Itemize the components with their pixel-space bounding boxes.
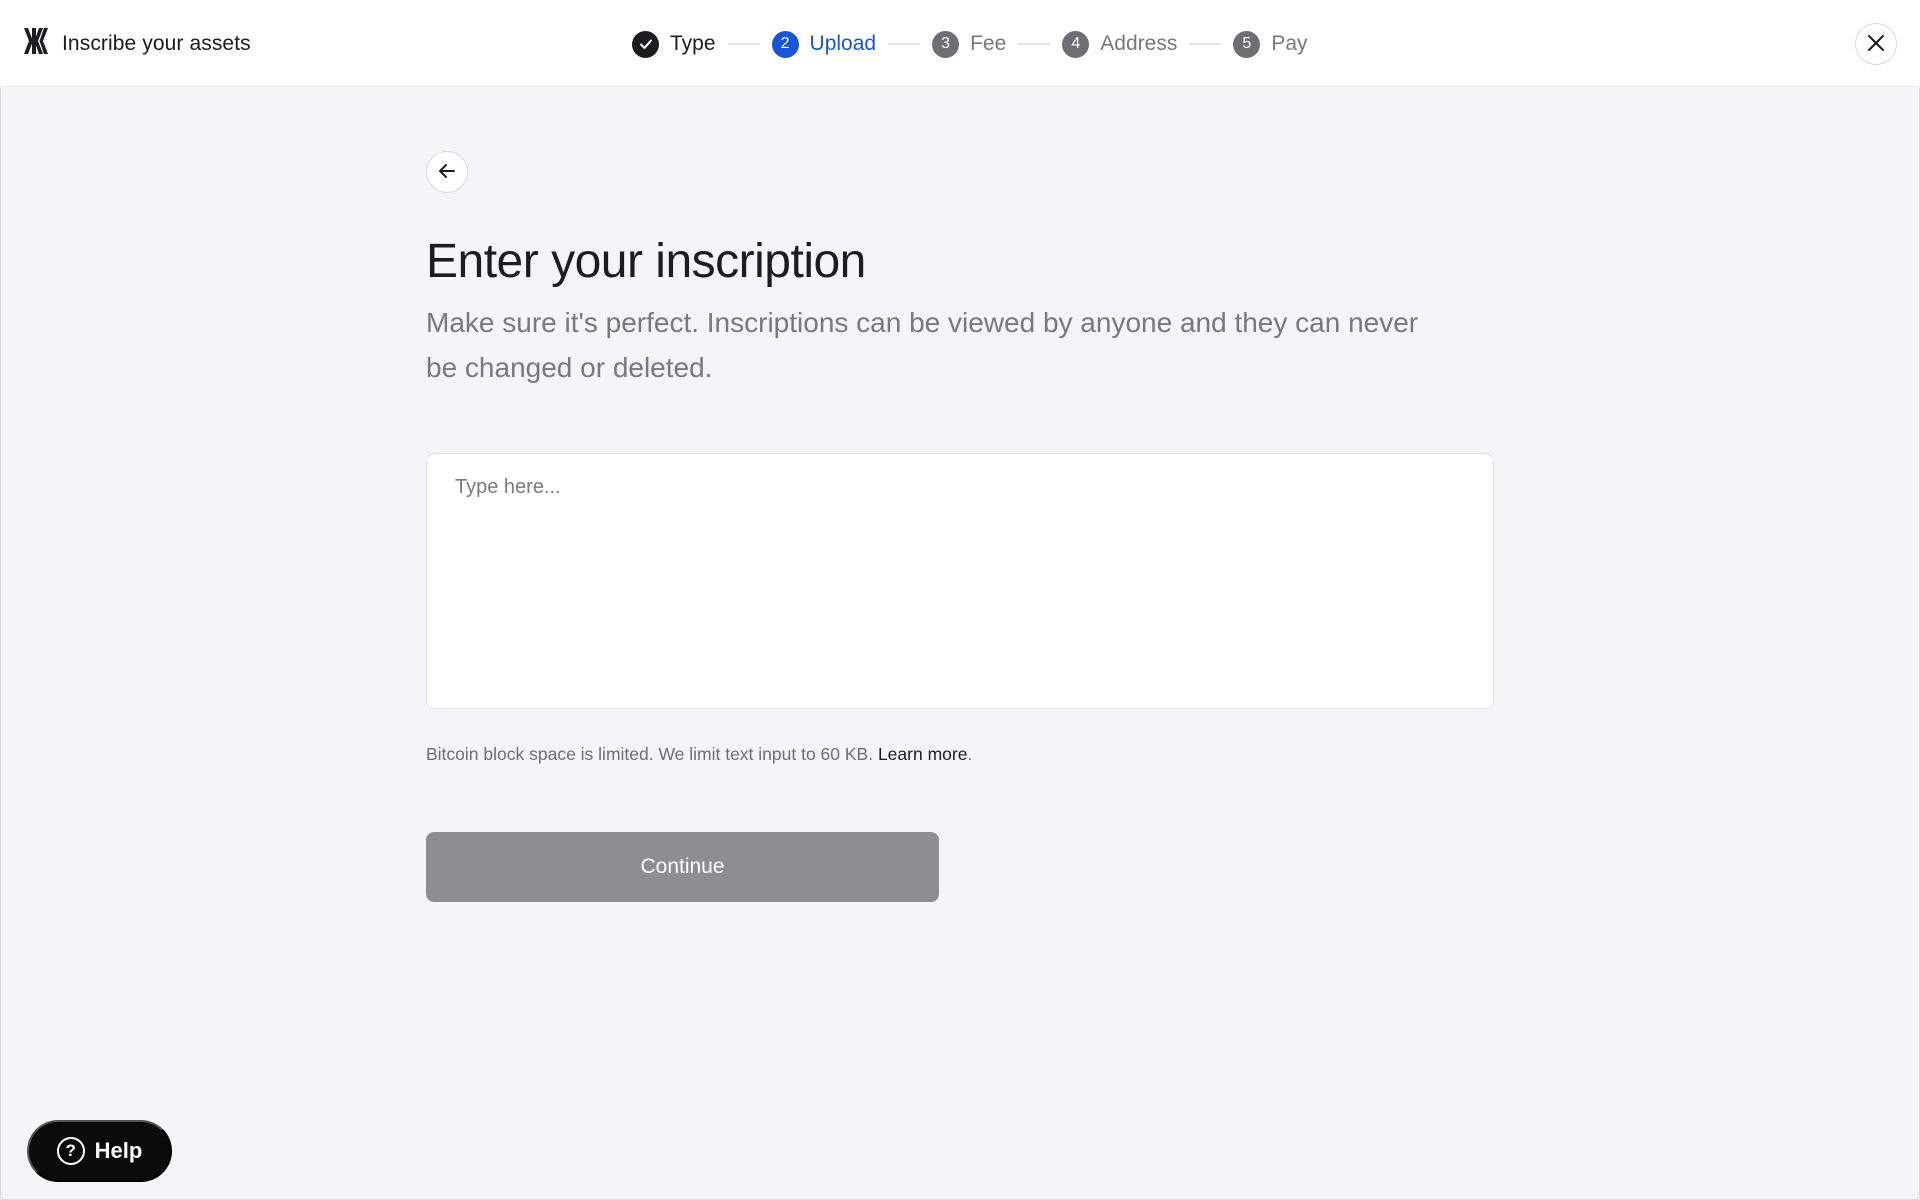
step-label: Upload (809, 32, 877, 55)
inscription-text-input[interactable] (426, 453, 1494, 709)
learn-more-link[interactable]: Learn more (878, 744, 968, 764)
magic-eden-logo-icon (22, 26, 50, 61)
page-subtitle: Make sure it's perfect. Inscriptions can… (426, 307, 1419, 383)
arrow-left-icon (437, 161, 457, 184)
size-limit-hint: Bitcoin block space is limited. We limit… (426, 744, 972, 765)
step-number: 5 (1233, 30, 1261, 58)
step-address: 4 Address (1062, 30, 1178, 58)
step-label: Type (670, 32, 716, 55)
top-bar: Inscribe your assets Type 2 Upload 3 Fee… (0, 0, 1920, 87)
step-upload[interactable]: 2 Upload (771, 30, 877, 58)
step-number: 3 (932, 30, 960, 58)
step-pay: 5 Pay (1233, 30, 1308, 58)
continue-button[interactable]: Continue (426, 832, 939, 902)
step-connector (888, 43, 921, 45)
step-label: Address (1100, 32, 1178, 55)
help-button[interactable]: ? Help (27, 1120, 172, 1182)
step-label: Fee (970, 32, 1007, 55)
hint-text: Bitcoin block space is limited. We limit… (426, 744, 878, 764)
app-title: Inscribe your assets (62, 31, 251, 55)
step-connector (1189, 43, 1222, 45)
close-icon (1867, 34, 1885, 55)
question-circle-icon: ? (56, 1137, 85, 1165)
step-connector (1018, 43, 1051, 45)
step-number: 4 (1062, 30, 1090, 58)
step-type[interactable]: Type (632, 30, 716, 58)
page-title: Enter your inscription (426, 235, 866, 288)
step-label: Pay (1271, 32, 1308, 55)
checkmark-icon (632, 30, 659, 58)
progress-stepper: Type 2 Upload 3 Fee 4 Address 5 Pay (632, 29, 1308, 59)
step-fee: 3 Fee (932, 30, 1007, 58)
step-number: 2 (771, 30, 799, 58)
help-label: Help (94, 1138, 143, 1163)
brand: Inscribe your assets (22, 26, 251, 61)
back-button[interactable] (426, 151, 468, 193)
hint-suffix: . (967, 744, 973, 764)
close-button[interactable] (1855, 23, 1897, 65)
step-connector (727, 43, 760, 45)
